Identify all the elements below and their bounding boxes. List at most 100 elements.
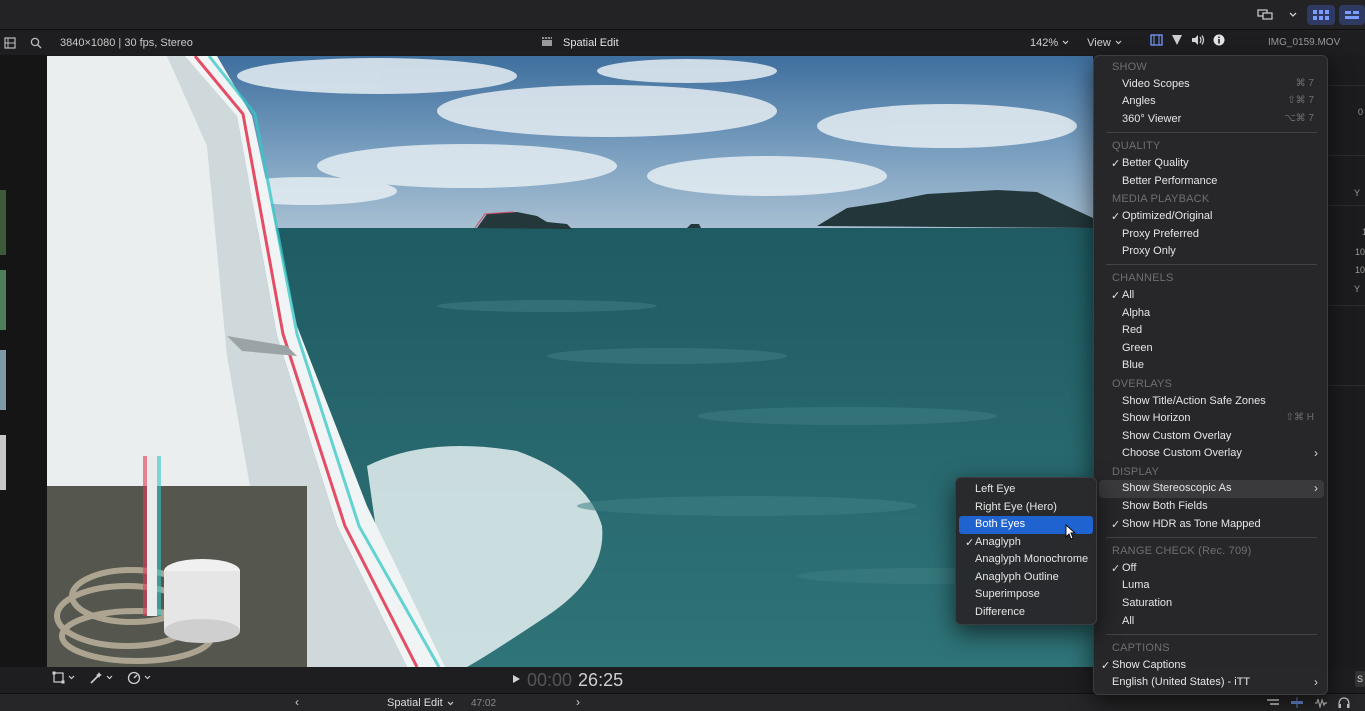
thumbnail-clip[interactable] [0, 190, 6, 255]
menu-item-label: Show Both Fields [1122, 500, 1208, 512]
menu-item-label: All [1122, 615, 1135, 627]
menu-item-angles[interactable]: Angles ⇧⌘ 7 [1099, 93, 1324, 111]
menu-item-proxy-only[interactable]: Proxy Only [1099, 243, 1324, 261]
menu-item-better-quality[interactable]: ✓ Better Quality [1099, 155, 1324, 173]
menu-item-label: Anaglyph [975, 536, 1021, 548]
menu-separator [1106, 132, 1317, 133]
viewer-title: Spatial Edit [563, 36, 619, 49]
view-dropdown[interactable]: View [1087, 37, 1122, 49]
transform-icon [52, 671, 65, 684]
timeline-project-dropdown[interactable]: Spatial Edit [387, 697, 454, 709]
submenu-item-difference[interactable]: Difference [959, 604, 1093, 622]
browser-layout-button[interactable] [1307, 5, 1335, 25]
timeline-layout-button[interactable] [1339, 5, 1365, 25]
menu-item-better-performance[interactable]: Better Performance [1099, 173, 1324, 191]
thumbnail-clip[interactable] [0, 270, 6, 330]
menu-separator [1106, 634, 1317, 635]
thumbnail-clip[interactable] [0, 435, 6, 490]
menu-item-label: Proxy Only [1122, 245, 1176, 257]
menu-section-display: DISPLAY [1112, 466, 1160, 478]
chevron-down-icon [1062, 40, 1069, 45]
display-options-button[interactable] [1251, 5, 1279, 25]
menu-item-range-luma[interactable]: Luma [1099, 577, 1324, 595]
submenu-item-superimpose[interactable]: Superimpose [959, 586, 1093, 604]
menu-item-label: All [1122, 289, 1135, 301]
menu-item-show-stereoscopic[interactable]: Show Stereoscopic As › [1099, 480, 1324, 498]
retime-tool-button[interactable] [127, 671, 151, 684]
menu-item-label: Both Eyes [975, 518, 1026, 530]
checkmark-icon: ✓ [1111, 563, 1121, 575]
display-dropdown-button[interactable] [1283, 5, 1303, 25]
menu-separator [1106, 264, 1317, 265]
menu-section-show: SHOW [1112, 61, 1148, 73]
menu-item-label: Angles [1122, 95, 1156, 107]
chevron-right-icon: › [1314, 675, 1318, 689]
menu-item-360-viewer[interactable]: 360° Viewer ⌥⌘ 7 [1099, 111, 1324, 129]
menu-item-show-horizon[interactable]: Show Horizon ⇧⌘ H [1099, 410, 1324, 428]
play-icon[interactable] [512, 673, 521, 687]
clip-appearance-icon[interactable] [1266, 697, 1280, 708]
menu-item-proxy-preferred[interactable]: Proxy Preferred [1099, 226, 1324, 244]
search-icon[interactable] [28, 35, 44, 51]
submenu-item-anaglyph-monochrome[interactable]: Anaglyph Monochrome [959, 551, 1093, 569]
checkmark-icon: ✓ [1111, 211, 1121, 223]
filmstrip-icon[interactable] [2, 35, 18, 51]
headphones-icon[interactable] [1338, 697, 1350, 708]
side-badge[interactable]: S [1355, 671, 1365, 687]
menu-item-label: Left Eye [975, 483, 1016, 495]
menu-item-label: Anaglyph Outline [975, 571, 1059, 583]
menu-item-channel-alpha[interactable]: Alpha [1099, 305, 1324, 323]
checkmark-icon: ✓ [965, 537, 975, 549]
chevron-right-icon[interactable]: › [576, 695, 580, 709]
chevron-right-icon: › [1314, 446, 1318, 460]
menu-item-range-saturation[interactable]: Saturation [1099, 595, 1324, 613]
menu-item-channel-blue[interactable]: Blue [1099, 357, 1324, 375]
chevron-down-icon [1115, 40, 1122, 45]
menu-item-range-all[interactable]: All [1099, 613, 1324, 631]
inspector-divider [1328, 85, 1365, 86]
thumbnail-clip[interactable] [0, 350, 6, 410]
menu-item-channel-red[interactable]: Red [1099, 322, 1324, 340]
menu-item-channel-all[interactable]: ✓ All [1099, 287, 1324, 305]
zoom-dropdown[interactable]: 142% [1030, 37, 1069, 49]
menu-item-video-scopes[interactable]: Video Scopes ⌘ 7 [1099, 76, 1324, 94]
menu-shortcut: ⌘ 7 [1295, 78, 1314, 89]
menu-item-show-captions[interactable]: ✓ Show Captions [1099, 657, 1324, 675]
enhance-wand-icon[interactable] [1171, 34, 1183, 49]
submenu-item-right-eye[interactable]: Right Eye (Hero) [959, 499, 1093, 517]
menu-item-channel-green[interactable]: Green [1099, 340, 1324, 358]
menu-item-caption-language[interactable]: English (United States) - iTT › [1099, 674, 1324, 692]
inspector-value: Y [1354, 284, 1361, 294]
enhance-tool-button[interactable] [89, 671, 113, 684]
menu-item-optimized-original[interactable]: ✓ Optimized/Original [1099, 208, 1324, 226]
menu-item-label: Saturation [1122, 597, 1173, 609]
menu-item-label: Optimized/Original [1122, 210, 1213, 222]
audio-skimming-icon[interactable] [1314, 697, 1328, 708]
timecode-display[interactable]: 00:00 26:25 [512, 668, 623, 692]
video-layout-icon[interactable] [1150, 34, 1163, 49]
menu-item-label: Better Performance [1122, 175, 1218, 187]
inspector-value: 10 [1355, 265, 1365, 275]
info-icon[interactable] [1213, 34, 1225, 49]
transform-tool-button[interactable] [52, 671, 75, 684]
checkmark-icon: ✓ [1111, 158, 1121, 170]
menu-item-both-fields[interactable]: Show Both Fields [1099, 498, 1324, 516]
audio-speaker-icon[interactable] [1191, 34, 1205, 49]
menu-item-safe-zones[interactable]: Show Title/Action Safe Zones [1099, 393, 1324, 411]
skimming-icon[interactable] [1290, 697, 1304, 708]
view-menu: SHOW Video Scopes ⌘ 7 Angles ⇧⌘ 7 360° V… [1093, 55, 1328, 695]
chevron-down-icon [447, 701, 454, 705]
menu-item-choose-overlay[interactable]: Choose Custom Overlay › [1099, 445, 1324, 463]
menu-item-label: Better Quality [1122, 157, 1189, 169]
menu-item-range-off[interactable]: ✓ Off [1099, 560, 1324, 578]
video-viewer[interactable] [47, 56, 1093, 667]
submenu-item-left-eye[interactable]: Left Eye [959, 481, 1093, 499]
submenu-item-anaglyph-outline[interactable]: Anaglyph Outline [959, 569, 1093, 587]
menu-item-hdr-tone-mapped[interactable]: ✓ Show HDR as Tone Mapped [1099, 516, 1324, 534]
menu-section-overlays: OVERLAYS [1112, 378, 1173, 390]
menu-shortcut: ⌥⌘ 7 [1284, 113, 1314, 124]
checkmark-icon: ✓ [1101, 660, 1111, 672]
chevron-left-icon[interactable]: ‹ [295, 695, 299, 709]
menu-item-label: Show Horizon [1122, 412, 1191, 424]
menu-item-custom-overlay[interactable]: Show Custom Overlay [1099, 428, 1324, 446]
